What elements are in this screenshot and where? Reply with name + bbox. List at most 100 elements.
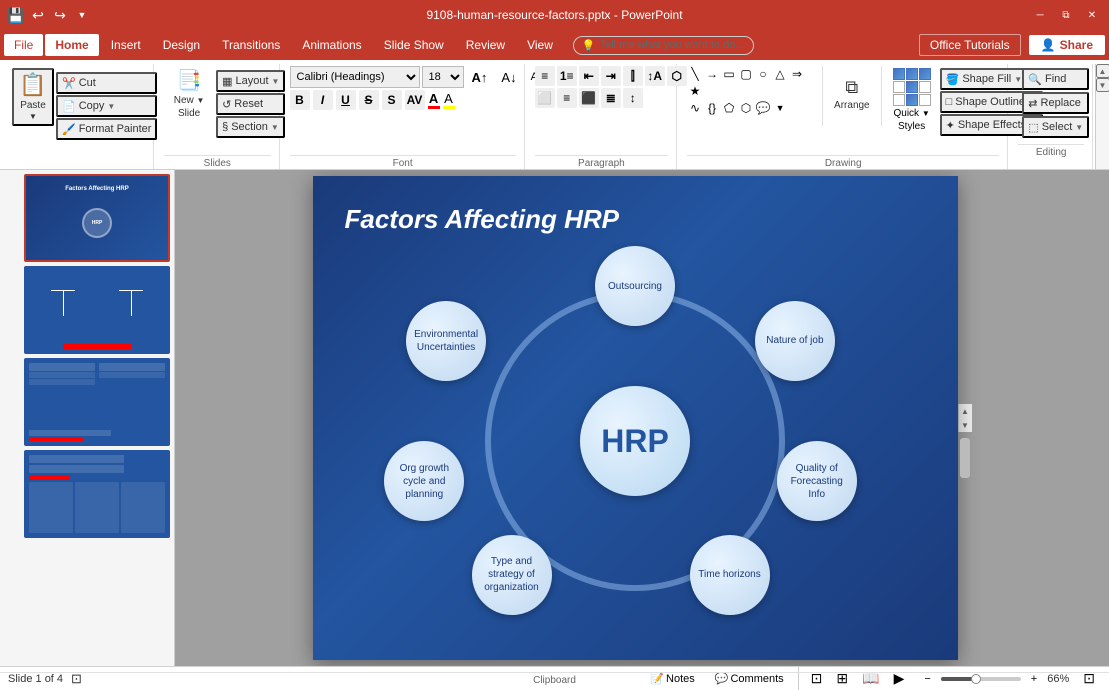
share-button[interactable]: 👤 Share [1029,35,1105,55]
ribbon-scroll-up[interactable]: ▲ [1096,64,1109,78]
scroll-up-button[interactable]: ▲ [958,404,972,418]
ribbon-group-clipboard: 📋 Paste ▼ ✂️ Cut 📄 Copy ▼ 🖌️ Format Pain… [4,64,154,169]
menu-transitions[interactable]: Transitions [212,34,290,56]
copy-button[interactable]: 📄 Copy ▼ [56,95,157,117]
layout-button[interactable]: ▦ Layout ▼ [216,70,285,92]
arrow-shape[interactable]: → [704,66,720,82]
slides-panel: 1 Factors Affecting HRP HRP 2 [0,170,175,666]
outsourcing-node: Outsourcing [595,246,675,326]
undo-icon[interactable]: ↩ [30,7,46,23]
bold-button[interactable]: B [290,90,310,110]
increase-font-button[interactable]: A↑ [466,67,494,88]
slide-thumbnail-2[interactable] [24,266,170,354]
cut-button[interactable]: ✂️ Cut [56,72,157,94]
zoom-slider[interactable] [941,677,1021,681]
paste-button[interactable]: 📋 Paste ▼ [12,68,54,126]
ribbon-scrollbar: ▲ ▼ [1095,64,1109,169]
env-uncertainties-node: Environmental Uncertainties [406,301,486,381]
hexagon-shape[interactable]: ⬡ [738,100,754,116]
curve-shape[interactable]: ∿ [687,100,703,116]
thumb4-content [26,452,168,536]
char-spacing-button[interactable]: AV [405,90,425,110]
paragraph-row2: ⬜ ≡ ⬛ ≣ ↕ [535,88,687,108]
italic-button[interactable]: I [313,90,333,110]
select-button[interactable]: ⬚ Select ▼ [1022,116,1089,138]
bracket-shape[interactable]: {} [704,100,720,116]
pentagon-shape[interactable]: ⬠ [721,100,737,116]
format-painter-icon: 🖌️ [62,123,76,136]
align-center-button[interactable]: ≡ [557,88,577,108]
text-direction-button[interactable]: ↕A [645,66,665,86]
slide-canvas[interactable]: Factors Affecting HRP HRP Outsourcing Na… [313,176,958,660]
redo-icon[interactable]: ↪ [52,7,68,23]
line-spacing-button[interactable]: ↕ [623,88,643,108]
restore-button[interactable]: ⧉ [1057,6,1075,24]
increase-indent-button[interactable]: ⇥ [601,66,621,86]
columns-button[interactable]: ⫿ [623,66,643,86]
bullets-button[interactable]: ≡ [535,66,555,86]
arrange-button[interactable]: ⧉ Arrange [828,66,876,122]
quick-styles-button[interactable]: Quick ▼ Styles [887,66,937,134]
slide-thumbnail-1[interactable]: Factors Affecting HRP HRP [24,174,170,262]
menu-home[interactable]: Home [45,34,98,56]
lightbulb-icon: 💡 [582,39,596,52]
slide-thumbnail-4[interactable] [24,450,170,538]
ribbon-group-editing: 🔍 Find ⇄ Replace ⬚ Select ▼ Editing [1010,64,1093,169]
tell-me-input[interactable]: 💡 Tell me what you want to do... [573,36,754,55]
office-tutorials-button[interactable]: Office Tutorials [919,34,1021,56]
menu-view[interactable]: View [517,34,563,56]
menu-slideshow[interactable]: Slide Show [374,34,454,56]
ribbon-scroll-down[interactable]: ▼ [1096,78,1109,92]
find-button[interactable]: 🔍 Find [1022,68,1089,90]
quality-forecasting-node: Quality of Forecasting Info [777,441,857,521]
rounded-rect-shape[interactable]: ▢ [738,66,754,82]
slide-wrapper-4: 4 [4,450,170,538]
slides-label: Slides [164,155,270,169]
callout-shape[interactable]: 💬 [755,100,771,116]
close-button[interactable]: ✕ [1083,6,1101,24]
line-shape[interactable]: ╲ [687,66,703,82]
highlight-color-button[interactable]: A [443,91,455,109]
replace-button[interactable]: ⇄ Replace [1022,92,1089,114]
section-button[interactable]: § Section ▼ [216,116,285,138]
scroll-thumb[interactable] [960,438,970,478]
strikethrough-button[interactable]: S [359,90,379,110]
triangle-shape[interactable]: △ [772,66,788,82]
align-left-button[interactable]: ⬜ [535,88,555,108]
font-color-button[interactable]: A [428,91,440,109]
shadow-button[interactable]: S [382,90,402,110]
save-icon[interactable]: 💾 [8,7,24,23]
menu-file[interactable]: File [4,34,43,56]
title-bar-right: ─ ⧉ ✕ [1031,6,1101,24]
menu-animations[interactable]: Animations [292,34,371,56]
slide-title: Factors Affecting HRP [345,204,620,235]
star-shape[interactable]: ★ [687,83,703,99]
font-size-select[interactable]: 18 [422,66,464,88]
separator2 [881,66,882,126]
vertical-scrollbar[interactable]: ▲ ▼ [958,404,972,432]
circle-shape[interactable]: ○ [755,66,771,82]
menu-design[interactable]: Design [153,34,210,56]
menu-review[interactable]: Review [456,34,515,56]
reset-button[interactable]: ↺ Reset [216,93,285,115]
underline-button[interactable]: U [336,90,356,110]
zoom-slider-thumb[interactable] [971,674,981,684]
rect-shape[interactable]: ▭ [721,66,737,82]
font-family-select[interactable]: Calibri (Headings) [290,66,420,88]
customize-quick-access-icon[interactable]: ▼ [74,7,90,23]
minimize-button[interactable]: ─ [1031,6,1049,24]
right-arrow-shape[interactable]: ⇒ [789,66,805,82]
align-right-button[interactable]: ⬛ [579,88,599,108]
slide-thumbnail-3[interactable] [24,358,170,446]
scroll-down-button[interactable]: ▼ [958,418,972,432]
decrease-font-button[interactable]: A↓ [495,67,522,88]
decrease-indent-button[interactable]: ⇤ [579,66,599,86]
new-slide-button[interactable]: 📑 New ▼ Slide [164,66,214,121]
numbering-button[interactable]: 1≡ [557,66,577,86]
paragraph-row1: ≡ 1≡ ⇤ ⇥ ⫿ ↕A ⬡ [535,66,687,86]
justify-button[interactable]: ≣ [601,88,621,108]
more-shapes-icon[interactable]: ▼ [772,100,788,116]
zoom-slider-fill [941,677,973,681]
format-painter-button[interactable]: 🖌️ Format Painter [56,118,157,140]
menu-insert[interactable]: Insert [101,34,151,56]
